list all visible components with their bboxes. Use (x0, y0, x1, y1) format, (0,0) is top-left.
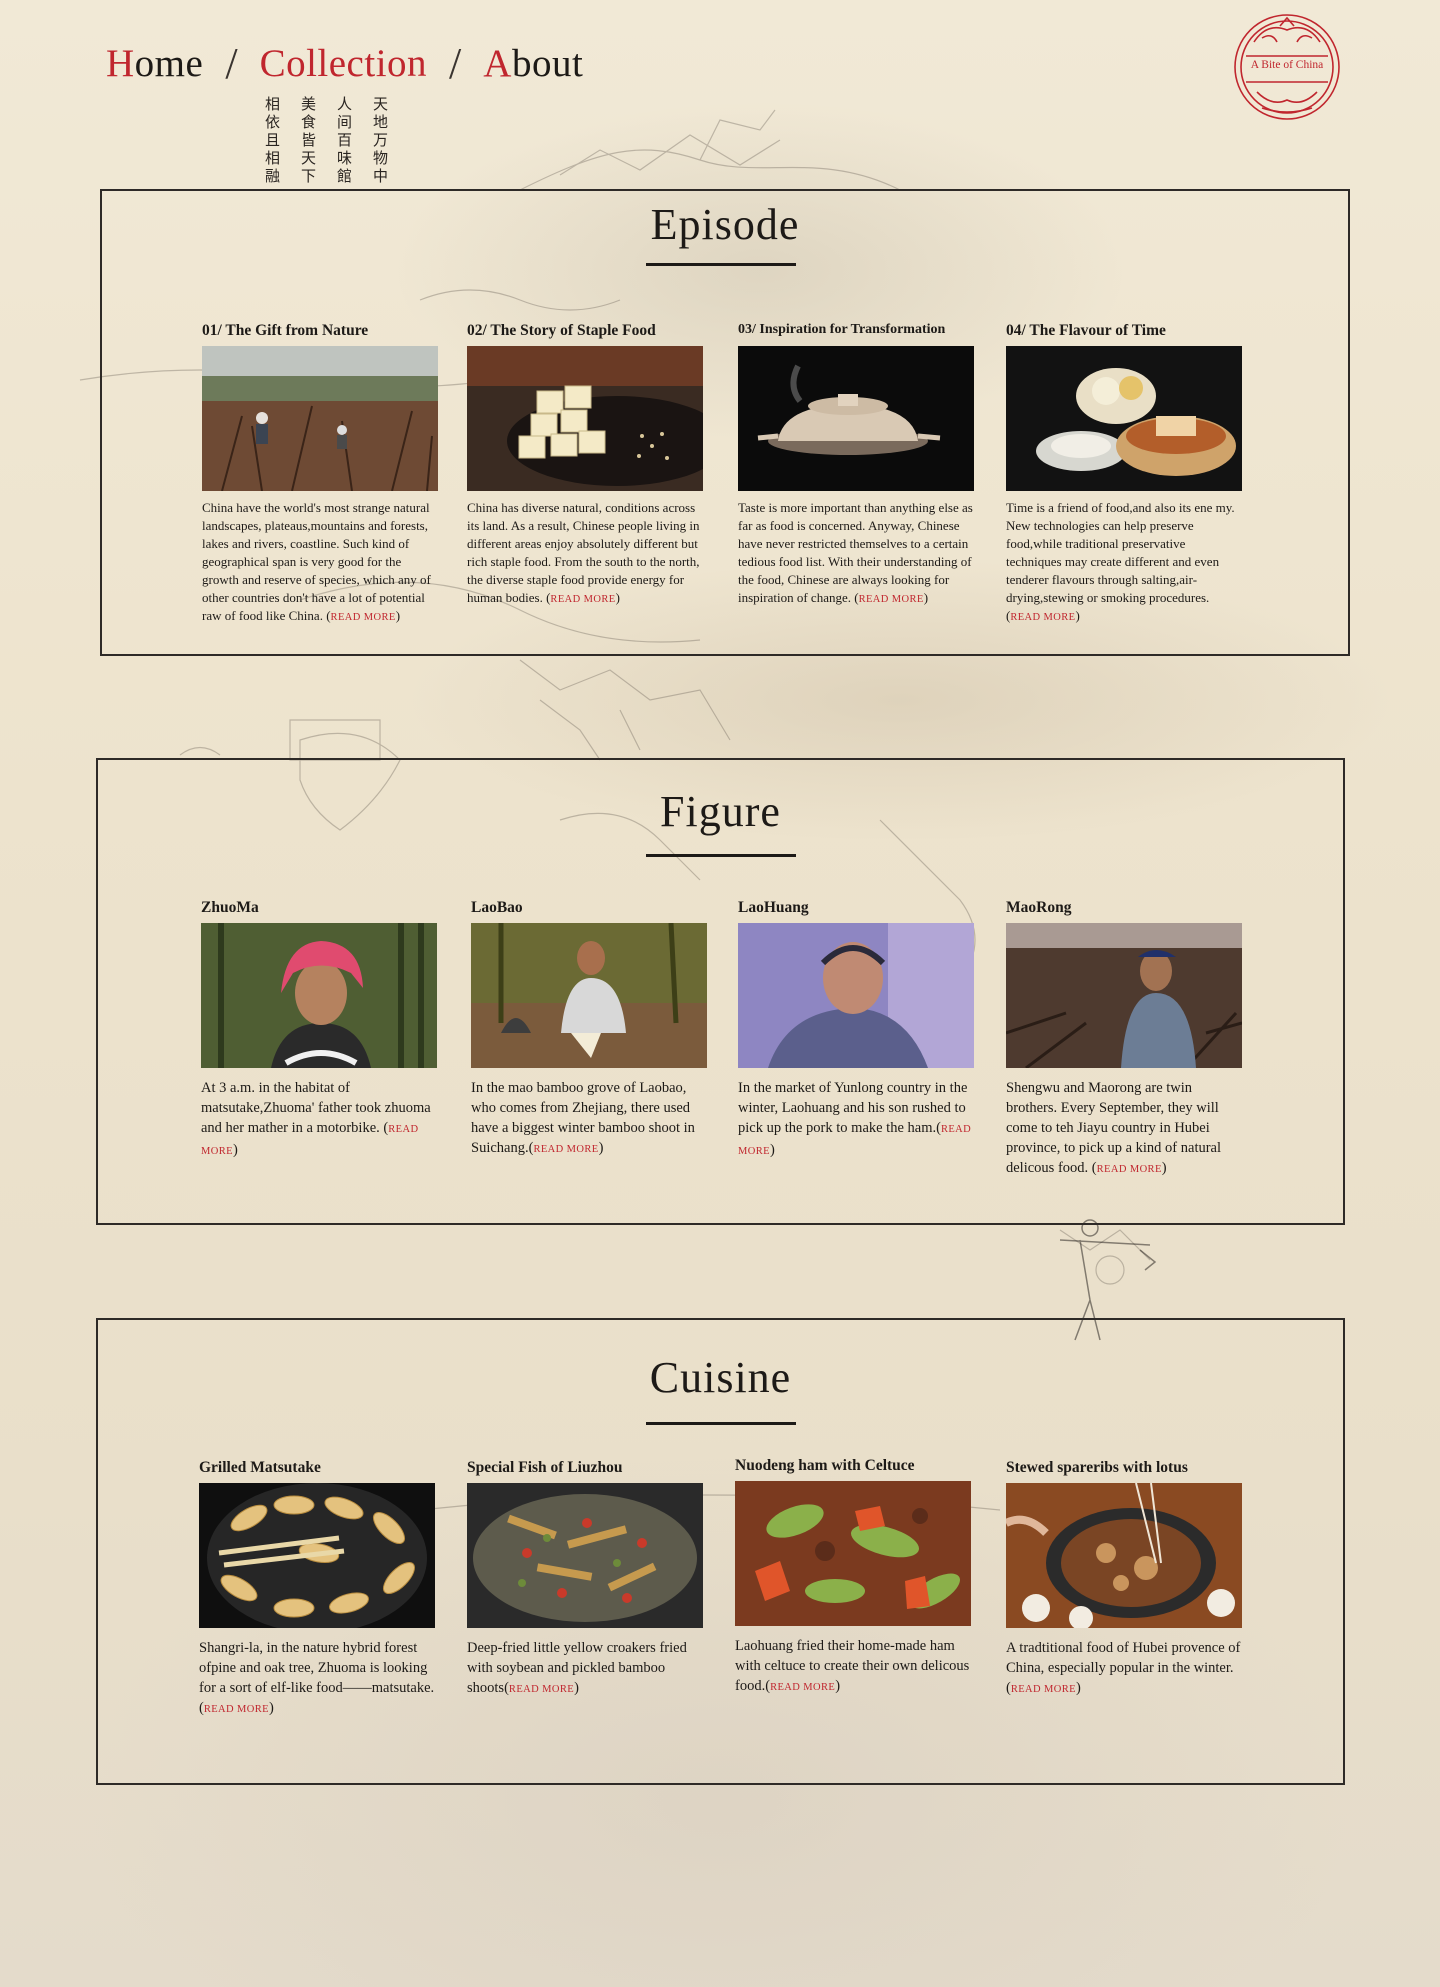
cuisine-card[interactable]: Special Fish of Liuzhou Deep-fried littl… (467, 1459, 703, 1700)
cuisine-image-fish-liuzhou[interactable] (467, 1483, 703, 1628)
cuisine-card[interactable]: Stewed spareribs with lotus A tradtition… (1006, 1459, 1242, 1700)
poem-column: 相依且相融 (263, 96, 281, 186)
site-logo-seal[interactable]: A Bite of China (1232, 12, 1342, 122)
episode-card-text: Time is a friend of food,and also its en… (1006, 500, 1235, 623)
read-more-link[interactable]: READ MORE (1011, 1684, 1076, 1695)
nav-home-rest: ome (134, 42, 204, 85)
cuisine-card-text: Laohuang fried their home-made ham with … (735, 1638, 970, 1694)
read-more-link[interactable]: READ MORE (509, 1684, 574, 1695)
cuisine-card[interactable]: Nuodeng ham with Celtuce Laohuang fried … (735, 1457, 971, 1698)
top-navigation: Home / Collection / About (106, 38, 583, 89)
nav-home-initial: H (106, 42, 135, 85)
cuisine-title-rule (646, 1422, 796, 1425)
figure-portrait-laobao[interactable] (471, 923, 707, 1068)
figure-card-body: Shengwu and Maorong are twin brothers. E… (1006, 1080, 1222, 1176)
episode-image-nature[interactable] (202, 346, 438, 491)
nav-separator: / (225, 39, 238, 88)
figure-card-title: LaoBao (471, 899, 523, 916)
figure-portrait-zhuoma[interactable] (201, 923, 437, 1068)
cuisine-image-stewed-spareribs[interactable] (1006, 1483, 1242, 1628)
episode-image-dim-sum[interactable] (1006, 346, 1242, 491)
nav-separator: / (449, 39, 462, 88)
figure-card-title: LaoHuang (738, 899, 809, 916)
poem-column: 人间百味館 (335, 96, 353, 186)
episode-card[interactable]: 01/ The Gift from Nature China have the … (202, 322, 438, 627)
cuisine-image-grilled-matsutake[interactable] (199, 1483, 435, 1628)
episode-card-title: 01/ The Gift from Nature (202, 322, 369, 339)
cuisine-card-body: A tradtitional food of Hubei provence of… (1006, 1640, 1241, 1676)
episode-card-title: 02/ The Story of Staple Food (467, 322, 656, 339)
seal-label: A Bite of China (1250, 59, 1324, 71)
figure-card-text: In the market of Yunlong country in the … (738, 1080, 972, 1158)
figure-card[interactable]: ZhuoMa At 3 a.m. in the habitat of matsu… (201, 899, 437, 1162)
cuisine-card-title: Stewed spareribs with lotus (1006, 1459, 1188, 1476)
cuisine-card[interactable]: Grilled Matsutake Shangri-la, in the nat… (199, 1459, 435, 1720)
episode-title-rule (646, 263, 796, 266)
cuisine-card-title: Grilled Matsutake (199, 1459, 321, 1476)
poem-column: 美食皆天下 (299, 96, 317, 186)
read-more-link[interactable]: READ MORE (770, 1682, 835, 1693)
episode-card[interactable]: 04/ The Flavour of Time Time is a friend… (1006, 322, 1242, 627)
cuisine-card-body: Deep-fried little yellow croakers fried … (467, 1640, 687, 1696)
episode-card-body: China has diverse natural, conditions ac… (467, 500, 700, 605)
figure-card[interactable]: LaoHuang In the market of Yunlong countr… (738, 899, 974, 1162)
figure-card[interactable]: MaoRong Shengwu and Maorong are twin bro… (1006, 899, 1242, 1180)
episode-card-text: China have the world's most strange natu… (202, 500, 431, 623)
nav-about-initial: A (483, 42, 512, 85)
nav-home-link[interactable]: Home (106, 41, 203, 86)
figure-card-text: In the mao bamboo grove of Laobao, who c… (471, 1080, 695, 1156)
cuisine-card-text: Shangri-la, in the nature hybrid forest … (199, 1640, 435, 1716)
cuisine-image-ham-celtuce[interactable] (735, 1481, 971, 1626)
read-more-link[interactable]: READ MORE (331, 612, 396, 623)
episode-image-staple-food[interactable] (467, 346, 703, 491)
episode-card-title: 03/ Inspiration for Transformation (738, 322, 946, 337)
episode-card-title: 04/ The Flavour of Time (1006, 322, 1166, 339)
cuisine-title: Cuisine (649, 1353, 792, 1402)
figure-title: Figure (660, 787, 781, 836)
figure-card[interactable]: LaoBao In the mao bamboo grove of Laobao… (471, 899, 707, 1160)
episode-card-body: Time is a friend of food,and also its en… (1006, 500, 1235, 605)
cuisine-card-title: Special Fish of Liuzhou (467, 1459, 623, 1476)
episode-card-body: China have the world's most strange natu… (202, 500, 431, 623)
read-more-link[interactable]: READ MORE (204, 1704, 269, 1715)
figure-portrait-laohuang[interactable] (738, 923, 974, 1068)
nav-about-link[interactable]: About (483, 41, 583, 86)
episode-card[interactable]: 03/ Inspiration for Transformation Taste… (738, 322, 974, 609)
figure-card-title: ZhuoMa (201, 899, 259, 916)
episode-card-text: Taste is more important than anything el… (738, 500, 973, 605)
nav-collection-link[interactable]: Collection (260, 41, 427, 86)
vertical-poem: 相依且相融 美食皆天下 人间百味館 天地万物中 (262, 96, 390, 186)
poem-column: 天地万物中 (371, 96, 389, 186)
read-more-link[interactable]: READ MORE (859, 594, 924, 605)
read-more-link[interactable]: READ MORE (1097, 1164, 1162, 1175)
cuisine-card-text: Deep-fried little yellow croakers fried … (467, 1640, 687, 1696)
episode-card-body: Taste is more important than anything el… (738, 500, 973, 605)
episode-image-clay-pot[interactable] (738, 346, 974, 491)
figure-portrait-maorong[interactable] (1006, 923, 1242, 1068)
figure-card-text: At 3 a.m. in the habitat of matsutake,Zh… (201, 1080, 431, 1158)
figure-card-text: Shengwu and Maorong are twin brothers. E… (1006, 1080, 1222, 1176)
figure-card-body: In the market of Yunlong country in the … (738, 1080, 968, 1136)
read-more-link[interactable]: READ MORE (533, 1144, 598, 1155)
nav-about-rest: bout (511, 42, 584, 85)
cuisine-card-text: A tradtitional food of Hubei provence of… (1006, 1640, 1241, 1696)
figure-card-title: MaoRong (1006, 899, 1072, 916)
read-more-link[interactable]: READ MORE (1010, 612, 1075, 623)
episode-title: Episode (650, 200, 800, 249)
read-more-link[interactable]: READ MORE (550, 594, 615, 605)
cuisine-card-title: Nuodeng ham with Celtuce (735, 1457, 915, 1474)
episode-card-text: China has diverse natural, conditions ac… (467, 500, 700, 605)
episode-card[interactable]: 02/ The Story of Staple Food China has d… (467, 322, 703, 609)
cuisine-card-body: Shangri-la, in the nature hybrid forest … (199, 1640, 435, 1696)
figure-title-rule (646, 854, 796, 857)
